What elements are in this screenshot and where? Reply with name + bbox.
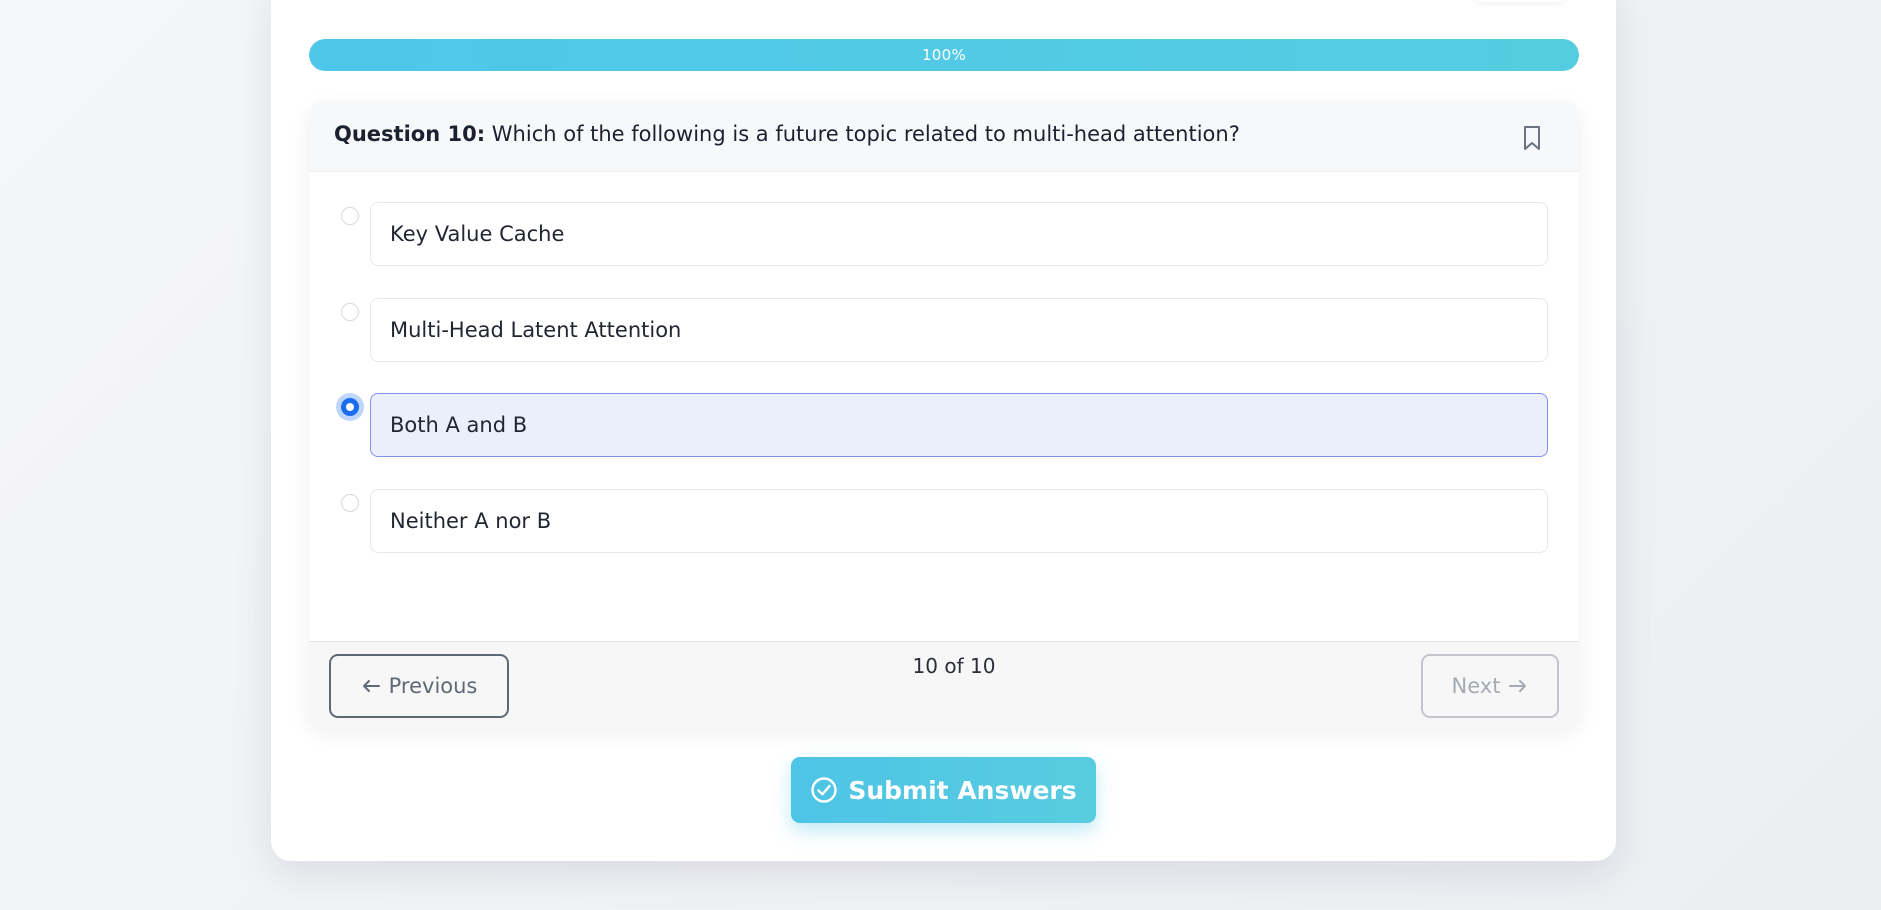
- option-row[interactable]: Multi-Head Latent Attention: [309, 298, 1579, 362]
- option-radio[interactable]: [341, 207, 359, 225]
- next-button[interactable]: Next: [1421, 654, 1559, 718]
- question-card: Question 10: Which of the following is a…: [309, 102, 1579, 727]
- question-header: Question 10: Which of the following is a…: [309, 102, 1579, 172]
- option-label: Key Value Cache: [390, 222, 565, 246]
- bookmark-icon[interactable]: [1521, 124, 1543, 152]
- option-radio-selected[interactable]: [341, 398, 359, 416]
- question-title: Question 10: Which of the following is a…: [334, 122, 1240, 146]
- option-label: Neither A nor B: [390, 509, 552, 533]
- next-label: Next: [1451, 674, 1501, 698]
- option-row[interactable]: Key Value Cache: [309, 202, 1579, 266]
- submit-label: Submit Answers: [848, 775, 1077, 805]
- option-row-selected[interactable]: Both A and B: [309, 393, 1579, 457]
- top-control-edge: [1475, 0, 1565, 2]
- check-circle-icon: [811, 777, 838, 803]
- question-text: Which of the following is a future topic…: [491, 122, 1240, 146]
- arrow-right-icon: [1509, 680, 1527, 692]
- option-label: Multi-Head Latent Attention: [390, 318, 682, 342]
- option-box[interactable]: Key Value Cache: [370, 202, 1548, 266]
- option-box[interactable]: Neither A nor B: [370, 489, 1548, 553]
- option-radio[interactable]: [341, 303, 359, 321]
- option-box[interactable]: Multi-Head Latent Attention: [370, 298, 1548, 362]
- progress-label: 100%: [921, 46, 967, 64]
- option-row[interactable]: Neither A nor B: [309, 489, 1579, 553]
- question-footer: Previous 10 of 10 Next: [309, 641, 1579, 727]
- option-radio[interactable]: [341, 494, 359, 512]
- arrow-left-icon: [362, 680, 380, 692]
- progress-bar: 100%: [309, 39, 1579, 71]
- submit-answers-button[interactable]: Submit Answers: [791, 757, 1096, 823]
- question-number: Question 10:: [334, 122, 486, 146]
- question-counter: 10 of 10: [912, 654, 996, 678]
- progress-fill: 100%: [309, 39, 1579, 71]
- option-label: Both A and B: [390, 413, 528, 437]
- option-box-selected[interactable]: Both A and B: [370, 393, 1548, 457]
